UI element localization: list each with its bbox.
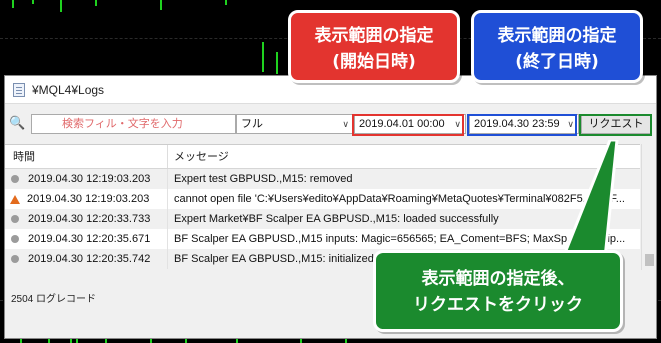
start-date-callout: 表示範囲の指定 (開始日時) [288, 10, 460, 83]
callout-line: 表示範囲の指定後、 [421, 269, 575, 289]
request-highlight [579, 114, 652, 136]
search-input[interactable]: 検索フィル・文字を入力 [31, 114, 236, 134]
row-time: 2019.04.30 12:19:03.203 [27, 193, 150, 205]
callout-line: (開始日時) [332, 52, 416, 72]
candle-bar [95, 0, 97, 6]
callout-line: 表示範囲の指定 [497, 26, 617, 46]
start-date-highlight [352, 114, 464, 136]
info-dot-icon [11, 215, 19, 223]
row-time: 2019.04.30 12:19:03.203 [28, 173, 151, 185]
candle-bar [60, 0, 62, 12]
row-time: 2019.04.30 12:20:33.733 [28, 213, 151, 225]
candle-bar [225, 0, 227, 5]
filter-select-value: フル [241, 118, 263, 130]
scrollbar-thumb[interactable] [645, 254, 654, 266]
table-row[interactable]: 2019.04.30 12:20:33.733 Expert Market¥BF… [5, 209, 640, 229]
callout-tail [561, 140, 619, 258]
vertical-scrollbar[interactable] [641, 144, 656, 270]
end-date-callout: 表示範囲の指定 (終了日時) [471, 10, 643, 83]
candle-bar [160, 0, 162, 10]
status-text: 2504 ログレコード [11, 294, 97, 305]
table-row[interactable]: 2019.04.30 12:19:03.203 cannot open file… [5, 189, 640, 209]
candle-bar [262, 42, 264, 72]
callout-line: リクエストをクリック [413, 295, 583, 315]
info-dot-icon [11, 175, 19, 183]
info-dot-icon [11, 255, 19, 263]
row-time: 2019.04.30 12:20:35.742 [28, 253, 151, 265]
callout-line: (終了日時) [515, 52, 599, 72]
table-row[interactable]: 2019.04.30 12:20:35.671 BF Scalper EA GB… [5, 229, 640, 249]
window-title: ¥MQL4¥Logs [32, 82, 105, 97]
table-header: 時間 メッセージ [5, 145, 640, 169]
warning-icon [10, 194, 20, 204]
candle-bar [32, 0, 34, 4]
column-header-time[interactable]: 時間 [5, 145, 168, 168]
info-dot-icon [11, 235, 19, 243]
chevron-down-icon: ∨ [342, 119, 349, 129]
candle-bar [276, 52, 278, 74]
request-callout: 表示範囲の指定後、 リクエストをクリック [373, 250, 623, 332]
callout-line: 表示範囲の指定 [314, 26, 434, 46]
candle-bar [12, 0, 14, 8]
filter-select[interactable]: フル ∨ [236, 114, 354, 134]
row-time: 2019.04.30 12:20:35.671 [28, 233, 151, 245]
end-date-highlight [467, 114, 577, 136]
table-row[interactable]: 2019.04.30 12:19:03.203 Expert test GBPU… [5, 169, 640, 189]
document-icon [13, 82, 25, 97]
binoculars-icon[interactable]: 🔍 [9, 116, 25, 131]
